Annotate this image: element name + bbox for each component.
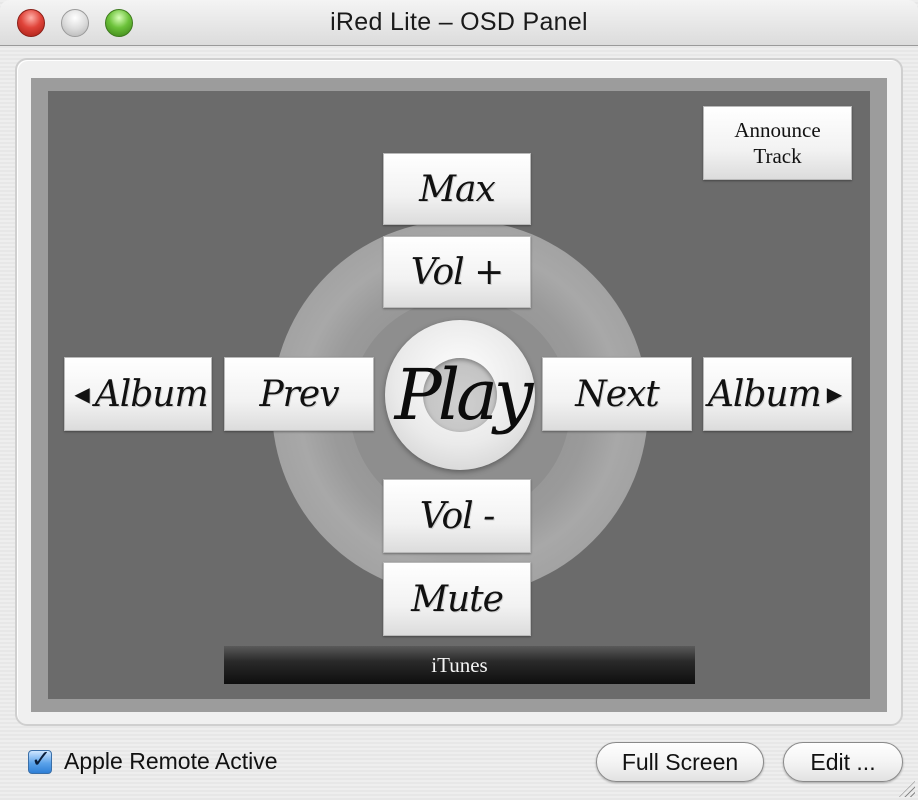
max-volume-button[interactable]: Max xyxy=(383,153,531,225)
remote-center-disc xyxy=(385,320,535,470)
prev-label: Prev xyxy=(259,373,339,415)
announce-line-2: Track xyxy=(753,144,802,168)
full-screen-button[interactable]: Full Screen xyxy=(596,742,764,782)
window-title: iRed Lite – OSD Panel xyxy=(330,8,588,36)
checkbox-box[interactable]: ✓ xyxy=(28,746,52,774)
full-screen-label: Full Screen xyxy=(621,748,739,775)
app-window: iRed Lite – OSD Panel Announce Track Max… xyxy=(0,0,918,800)
album-prev-label: Album xyxy=(94,373,209,415)
volume-up-button[interactable]: Vol + xyxy=(383,236,531,308)
apple-remote-active-checkbox[interactable]: ✓ Apple Remote Active xyxy=(28,746,278,775)
announce-line-1: Announce xyxy=(734,118,821,142)
edit-label: Edit ... xyxy=(810,748,876,775)
vol-down-label: Vol - xyxy=(419,495,495,537)
next-album-button[interactable]: Album ▶ xyxy=(703,357,852,431)
volume-down-button[interactable]: Vol - xyxy=(383,479,531,553)
edit-button[interactable]: Edit ... xyxy=(783,742,903,782)
target-app-bar: iTunes xyxy=(224,646,695,684)
mute-button[interactable]: Mute xyxy=(383,562,531,636)
vol-up-label: Vol + xyxy=(410,251,504,293)
title-bar[interactable]: iRed Lite – OSD Panel xyxy=(0,0,918,46)
next-label: Next xyxy=(575,373,660,415)
announce-track-button[interactable]: Announce Track xyxy=(703,106,852,180)
mute-label: Mute xyxy=(411,578,504,620)
triangle-left-icon: ◀ xyxy=(74,382,89,406)
checkmark-icon: ✓ xyxy=(31,745,52,773)
max-label: Max xyxy=(419,168,496,210)
remote-center-hole xyxy=(423,358,497,432)
next-track-button[interactable]: Next xyxy=(542,357,692,431)
album-next-label: Album xyxy=(707,373,822,415)
target-app-label: iTunes xyxy=(431,652,488,677)
checkbox-label: Apple Remote Active xyxy=(64,748,278,774)
resize-grip-icon[interactable] xyxy=(899,781,915,797)
osd-panel: Announce Track Max Vol + ◀ Album Prev Ne… xyxy=(48,91,870,699)
triangle-right-icon: ▶ xyxy=(826,382,842,406)
previous-track-button[interactable]: Prev xyxy=(224,357,374,431)
previous-album-button[interactable]: ◀ Album xyxy=(64,357,212,431)
